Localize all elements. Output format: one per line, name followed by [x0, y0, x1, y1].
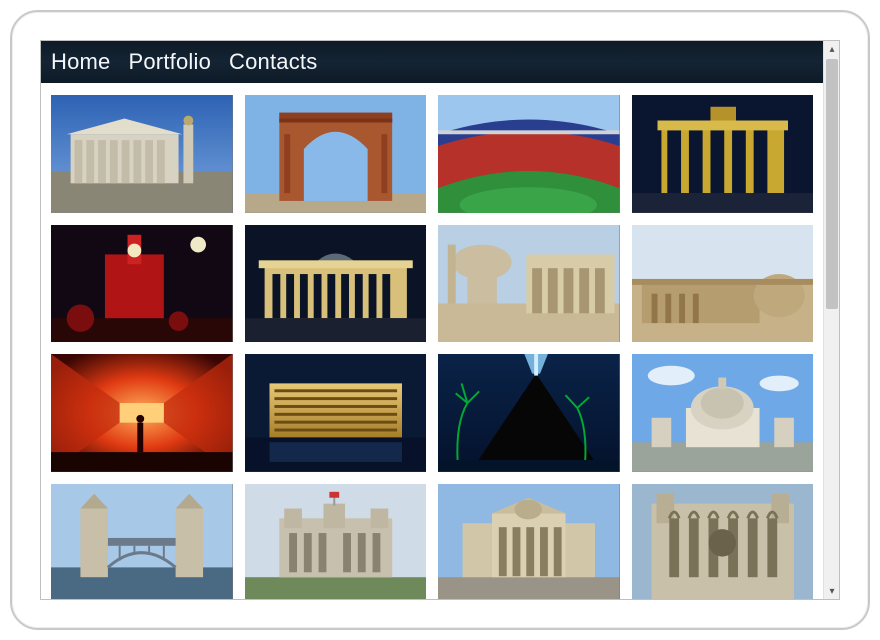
- gallery-thumb[interactable]: berlin-rotes-rathaus: [51, 225, 233, 343]
- thumb-label: barcelona-camp-nou: [442, 200, 525, 210]
- gallery-thumb[interactable]: london-national-gallery: [438, 484, 620, 599]
- thumb-label: london-st-pauls: [636, 459, 698, 469]
- thumb-label: cairo-ibn-tulun: [636, 329, 693, 339]
- gallery-thumb[interactable]: berlin-reichstag: [245, 225, 427, 343]
- thumb-label: barcelona-arc-triomf: [249, 200, 330, 210]
- vertical-scrollbar[interactable]: ▴ ▾: [823, 41, 839, 599]
- screen: Home Portfolio Contacts: [40, 40, 840, 600]
- navbar: Home Portfolio Contacts: [41, 41, 823, 83]
- thumb-label: red-tunnel-walkway: [55, 459, 133, 469]
- gallery-thumb[interactable]: las-vegas-bellagio: [245, 354, 427, 472]
- gallery-thumb[interactable]: london-westminster-abbey: [632, 484, 814, 599]
- thumb-label: athens-academy: [55, 200, 122, 210]
- gallery-thumb[interactable]: red-tunnel-walkway: [51, 354, 233, 472]
- nav-portfolio[interactable]: Portfolio: [129, 49, 212, 75]
- tablet-frame: Home Portfolio Contacts: [10, 10, 870, 630]
- gallery-thumb[interactable]: barcelona-arc-triomf: [245, 95, 427, 213]
- gallery-thumb[interactable]: berlin-brandenburg-gate: [632, 95, 814, 213]
- gallery-thumb[interactable]: cairo-citadel-mosque: [438, 225, 620, 343]
- gallery-thumb[interactable]: london-tower-bridge: [51, 484, 233, 599]
- gallery-thumb[interactable]: london-tower-of-london: [245, 484, 427, 599]
- gallery-thumb[interactable]: las-vegas-luxor: [438, 354, 620, 472]
- gallery-thumb[interactable]: athens-academy: [51, 95, 233, 213]
- thumb-label: london-westminster-abbey: [636, 589, 742, 599]
- thumb-label: cairo-citadel-mosque: [442, 329, 526, 339]
- thumb-label: berlin-reichstag: [249, 329, 311, 339]
- scroll-up-arrow-icon[interactable]: ▴: [824, 41, 840, 57]
- nav-contacts[interactable]: Contacts: [229, 49, 317, 75]
- gallery-thumb[interactable]: london-st-pauls: [632, 354, 814, 472]
- gallery-grid: athens-academy barcelona-arc-triomf: [41, 83, 823, 599]
- gallery-thumb[interactable]: cairo-ibn-tulun: [632, 225, 814, 343]
- thumb-label: london-tower-of-london: [249, 589, 342, 599]
- thumb-label: london-national-gallery: [442, 589, 533, 599]
- viewport: Home Portfolio Contacts: [41, 41, 823, 599]
- thumb-label: berlin-rotes-rathaus: [55, 329, 133, 339]
- gallery-thumb[interactable]: barcelona-camp-nou: [438, 95, 620, 213]
- thumb-label: london-tower-bridge: [55, 589, 135, 599]
- thumb-label: las-vegas-bellagio: [249, 459, 322, 469]
- thumb-label: berlin-brandenburg-gate: [636, 200, 733, 210]
- scroll-down-arrow-icon[interactable]: ▾: [824, 583, 840, 599]
- thumb-label: las-vegas-luxor: [442, 459, 503, 469]
- scrollbar-thumb[interactable]: [826, 59, 838, 309]
- nav-home[interactable]: Home: [51, 49, 111, 75]
